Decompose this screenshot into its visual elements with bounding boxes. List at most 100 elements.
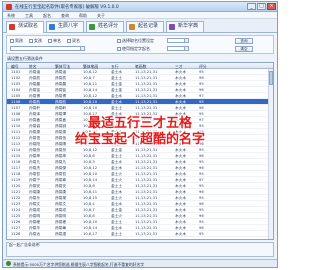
table-cell: 10,8,14	[83, 178, 98, 182]
position-select[interactable]	[167, 38, 189, 43]
table-cell: 95	[199, 148, 204, 152]
table-cell: 1127	[11, 226, 21, 230]
tab-naming-record[interactable]: 起名记录	[126, 21, 164, 32]
char-select[interactable]	[167, 46, 189, 51]
checkbox-icon	[29, 39, 33, 43]
clear-button[interactable]: 清空	[235, 46, 253, 52]
tab-bar: 测试取名 生辰八字 姓名评分 起名记录 新华字典	[3, 19, 277, 33]
table-cell: 1101	[11, 70, 21, 74]
name-result-table[interactable]: 编号 姓名 繁体写法 繁体笔画 五行 笔画数 三才 评分 1101 孙易涵 孫易涵 1…	[6, 62, 274, 240]
table-cell: 11,13,21,31	[135, 196, 158, 200]
title-bar[interactable]: 在线五行宝宝起名软件(取名专家版) 破解版 V9.1.0.0 _ □ ×	[3, 2, 277, 12]
tab-birth-chart[interactable]: 生辰八字	[46, 21, 84, 32]
scrollbar-thumb[interactable]	[269, 71, 273, 85]
menu-bar: 系统 工具 起名 查询 帮助 关于	[3, 12, 277, 19]
table-cell: 96	[199, 202, 204, 206]
table-cell: 1107	[11, 106, 21, 110]
option-double-name[interactable]: 双名	[67, 38, 80, 44]
tab-label: 生辰八字	[58, 23, 79, 29]
table-cell: 10,8,12	[83, 70, 98, 74]
table-cell: 10,8,8	[83, 154, 95, 158]
table-cell: 10,8,12	[83, 148, 98, 152]
table-cell: 10,8,4	[83, 202, 95, 206]
table-cell: 10,8,15	[83, 196, 98, 200]
option-specified-char[interactable]: 使用指定字起名	[117, 46, 150, 52]
table-cell: 11,13,21,31	[135, 166, 158, 170]
table-cell: 10,8,14	[83, 226, 98, 230]
table-cell: 96	[199, 190, 204, 194]
table-cell: 1119	[11, 178, 21, 182]
table-cell: 97	[199, 178, 204, 182]
table-cell: 10,8,11	[83, 82, 98, 86]
tab-name-score[interactable]: 姓名评分	[86, 21, 124, 32]
record-icon	[129, 24, 135, 30]
table-cell: 1122	[11, 196, 21, 200]
table-cell: 97	[199, 94, 204, 98]
tab-dictionary[interactable]: 新华字典	[166, 21, 204, 32]
table-cell: 10,8,11	[83, 190, 98, 194]
table-cell: 96	[199, 76, 204, 80]
table-cell: 1118	[11, 172, 21, 176]
maximize-button[interactable]: □	[257, 3, 266, 10]
close-button[interactable]: ×	[267, 3, 276, 10]
table-cell: 1116	[11, 160, 21, 164]
table-cell: 10,8,7	[83, 208, 95, 212]
option-label: 单名	[53, 38, 61, 43]
option-boy[interactable]: 男孩	[10, 38, 23, 44]
table-cell: 1125	[11, 214, 21, 218]
table-cell: 10,8,3	[83, 160, 95, 164]
table-cell: 10,8,8	[83, 214, 95, 218]
option-label: 选择取名位置设定	[122, 38, 154, 43]
minimize-button[interactable]: _	[247, 3, 256, 10]
info-icon	[6, 261, 11, 266]
status-text: 系统提示:5000万个名字供您挑选,根据生辰八字智能起名,打造不重复的好名字	[13, 262, 145, 267]
table-cell: 11,13,21,31	[135, 202, 158, 206]
query-button[interactable]: 查询	[235, 38, 253, 44]
option-position-setting[interactable]: 选择取名位置设定	[117, 38, 154, 44]
table-cell: 95	[199, 172, 204, 176]
window-title: 在线五行宝宝起名软件(取名专家版) 破解版 V9.1.0.0	[15, 5, 119, 10]
table-cell: 10,8,14	[83, 88, 98, 92]
table-row[interactable]: 1128 孙易远 孫易遠 10,8,17 金土土 11,13,21,31 木火木 95	[7, 231, 273, 237]
dictionary-icon	[169, 24, 175, 30]
tab-name-test[interactable]: 测试取名	[6, 21, 44, 33]
table-cell: 96	[199, 166, 204, 170]
groupbox-title: 起一起广告条说明	[9, 242, 40, 248]
option-girl[interactable]: 女孩	[29, 38, 42, 44]
table-cell: 1128	[11, 232, 21, 236]
tab-label: 新华字典	[178, 23, 199, 29]
table-cell: 10,8,6	[83, 184, 95, 188]
table-cell: 10,8,10	[83, 220, 98, 224]
table-cell: 1121	[11, 190, 21, 194]
table-cell: 1124	[11, 208, 21, 212]
tab-label: 测试取名	[18, 23, 39, 29]
table-cell: 10,8,10	[83, 172, 98, 176]
name-test-icon	[9, 24, 15, 30]
table-cell: 95	[199, 208, 204, 212]
table-cell: 1120	[11, 184, 21, 188]
table-cell: 96	[199, 214, 204, 218]
checkbox-icon	[117, 47, 121, 51]
chevron-down-icon	[184, 39, 188, 42]
table-cell: 95	[199, 160, 204, 164]
table-cell: 1126	[11, 220, 21, 224]
table-cell: 10,8,12	[83, 94, 98, 98]
table-cell: 11,13,21,31	[135, 70, 158, 74]
table-cell: 11,13,21,31	[135, 148, 158, 152]
vertical-scrollbar[interactable]	[268, 69, 273, 239]
score-icon	[89, 24, 95, 30]
option-single-name[interactable]: 单名	[48, 38, 61, 44]
table-cell: 11,13,21,31	[135, 106, 158, 110]
table-cell: 95	[199, 196, 204, 200]
promo-subheadline: 给宝宝起个超酷的名字	[74, 132, 205, 147]
table-cell: 95	[199, 232, 204, 236]
table-cell: 木火木	[175, 232, 187, 236]
surname-select[interactable]	[10, 46, 85, 51]
table-cell: 10,8,17	[83, 232, 98, 236]
table-cell: 1114	[11, 148, 21, 152]
table-cell: 11,13,21,31	[135, 178, 158, 182]
table-cell: 11,13,21,31	[135, 214, 158, 218]
app-logo-icon	[6, 4, 12, 10]
option-label: 男孩	[15, 38, 23, 43]
table-cell: 11,13,21,31	[135, 154, 158, 158]
